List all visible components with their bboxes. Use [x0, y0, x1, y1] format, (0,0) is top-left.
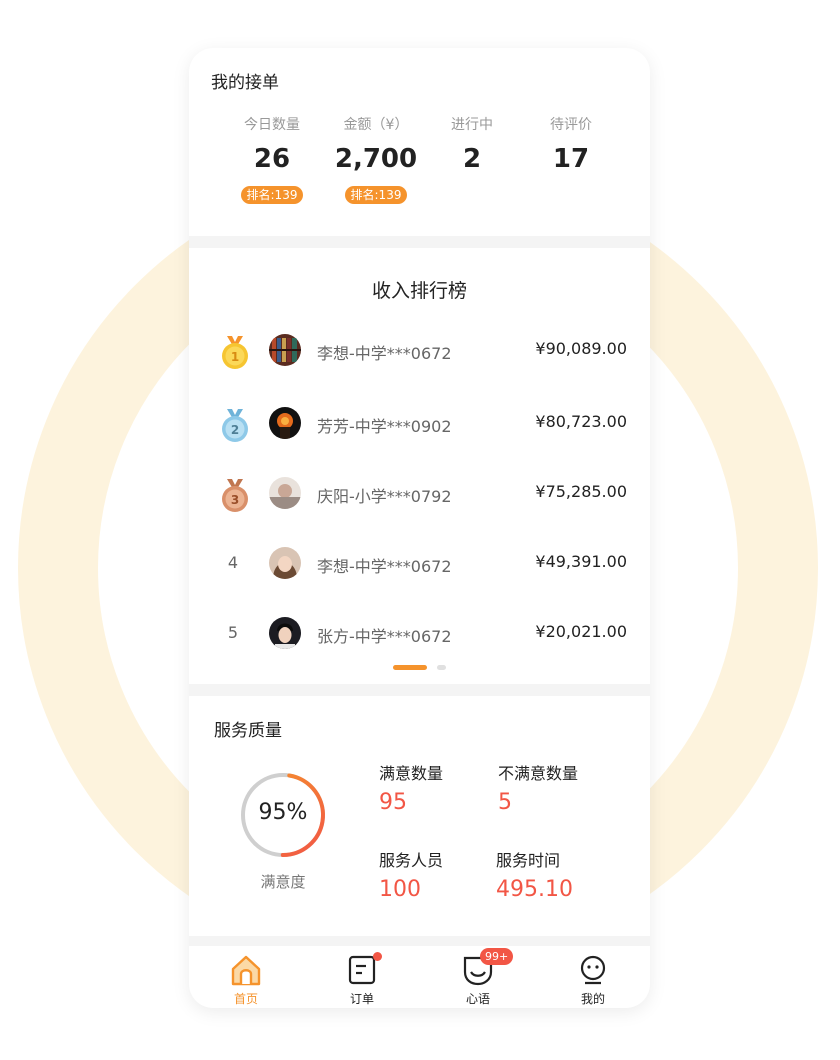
quality-value: 495.10 — [496, 877, 573, 902]
ranking-amount: ¥90,089.00 — [535, 339, 627, 358]
ranking-name: 李想-中学***0672 — [317, 557, 452, 576]
tab-label: 订单 — [349, 992, 374, 1006]
rank-badge: 排名:139 — [240, 186, 304, 204]
home-icon — [230, 954, 262, 986]
stat-value: 17 — [552, 144, 590, 174]
ranking-row[interactable]: 4 李想-中学***0672 ¥49,391.00 — [189, 543, 650, 583]
avatar — [269, 547, 301, 579]
bronze-medal-icon: 3 — [222, 479, 248, 512]
ranking-name: 芳芳-中学***0902 — [317, 417, 452, 436]
bottom-tab-bar: 首页 订单 99+ 心语 我的 — [189, 946, 650, 1008]
quality-label: 服务时间 — [496, 851, 561, 870]
order-icon — [346, 952, 382, 986]
rank-number: 4 — [227, 553, 239, 572]
quality-value: 95 — [379, 790, 407, 815]
stat-label: 今日数量 — [244, 117, 300, 133]
ranking-row[interactable]: 2 芳芳-中学***0902 ¥80,723.00 — [189, 403, 650, 443]
satisfaction-label: 满意度 — [260, 873, 306, 891]
ranking-name: 庆阳-小学***0792 — [317, 487, 452, 506]
quality-value: 5 — [498, 790, 512, 815]
page-dot-active[interactable] — [393, 665, 427, 670]
stat-label: 待评价 — [550, 117, 592, 133]
ranking-amount: ¥20,021.00 — [535, 622, 627, 641]
stat-amount[interactable]: 金额（¥） 2,700 排名:139 — [326, 114, 426, 204]
tab-orders[interactable]: 订单 — [327, 952, 397, 1007]
quality-staff-count: 服务人员 100 — [379, 847, 443, 902]
stat-value: 2,700 — [334, 144, 418, 174]
quality-label: 服务人员 — [379, 851, 444, 870]
quality-label: 不满意数量 — [498, 764, 579, 783]
quality-satisfied-count: 满意数量 95 — [379, 760, 443, 815]
svg-text:1: 1 — [231, 350, 239, 364]
tab-label: 心语 — [465, 992, 490, 1006]
ranking-card: 收入排行榜 1 李想-中学***0672 ¥90,089.00 2 芳芳-中学*… — [189, 248, 650, 684]
quality-service-time: 服务时间 495.10 — [496, 847, 573, 902]
quality-title: 服务质量 — [214, 721, 282, 741]
stat-label: 金额（¥） — [343, 117, 409, 133]
tab-label: 首页 — [233, 992, 258, 1006]
tab-home[interactable]: 首页 — [211, 954, 281, 1007]
rank-badge: 排名:139 — [344, 186, 408, 204]
stat-today-count[interactable]: 今日数量 26 排名:139 — [222, 114, 322, 204]
stat-pending-review[interactable]: 待评价 17 — [521, 114, 621, 174]
quality-value: 100 — [379, 877, 421, 902]
stat-value: 26 — [253, 144, 291, 174]
ranking-amount: ¥75,285.00 — [535, 482, 627, 501]
ranking-row[interactable]: 1 李想-中学***0672 ¥90,089.00 — [189, 330, 650, 370]
avatar — [269, 617, 301, 649]
avatar — [269, 407, 301, 439]
svg-text:3: 3 — [231, 493, 239, 507]
stat-value: 2 — [462, 144, 482, 174]
ranking-title: 收入排行榜 — [371, 280, 467, 302]
ranking-name: 李想-中学***0672 — [317, 344, 452, 363]
stat-label: 进行中 — [451, 117, 493, 133]
page-dot[interactable] — [437, 665, 446, 670]
quality-unsatisfied-count: 不满意数量 5 — [498, 760, 578, 815]
ranking-amount: ¥49,391.00 — [535, 552, 627, 571]
satisfaction-percent: 95% — [258, 800, 308, 825]
ranking-name: 张方-中学***0672 — [317, 627, 452, 646]
avatar — [269, 477, 301, 509]
stat-in-progress[interactable]: 进行中 2 — [422, 114, 522, 174]
notification-dot — [373, 952, 382, 961]
message-icon: 99+ — [462, 948, 514, 986]
tab-messages[interactable]: 99+ 心语 — [443, 948, 514, 1007]
silver-medal-icon: 2 — [222, 409, 248, 442]
quality-label: 满意数量 — [379, 764, 444, 783]
ranking-row[interactable]: 3 庆阳-小学***0792 ¥75,285.00 — [189, 473, 650, 513]
svg-text:2: 2 — [231, 423, 239, 437]
ranking-row[interactable]: 5 张方-中学***0672 ¥20,021.00 — [189, 613, 650, 653]
tab-profile[interactable]: 我的 — [558, 954, 628, 1007]
quality-card: 服务质量 95% 满意度 满意数量 95 不满意数量 5 服务人员 100 服务… — [189, 696, 650, 936]
gold-medal-icon: 1 — [222, 336, 248, 369]
notification-badge: 99+ — [480, 948, 514, 965]
ranking-amount: ¥80,723.00 — [535, 412, 627, 431]
phone-frame: 我的接单 今日数量 26 排名:139 金额（¥） 2,700 排名:139 进… — [189, 48, 650, 1008]
avatar — [269, 334, 301, 366]
profile-icon — [577, 954, 609, 986]
rank-number: 5 — [227, 623, 239, 642]
orders-title: 我的接单 — [211, 73, 279, 93]
tab-label: 我的 — [580, 992, 605, 1006]
orders-card: 我的接单 今日数量 26 排名:139 金额（¥） 2,700 排名:139 进… — [189, 48, 650, 236]
